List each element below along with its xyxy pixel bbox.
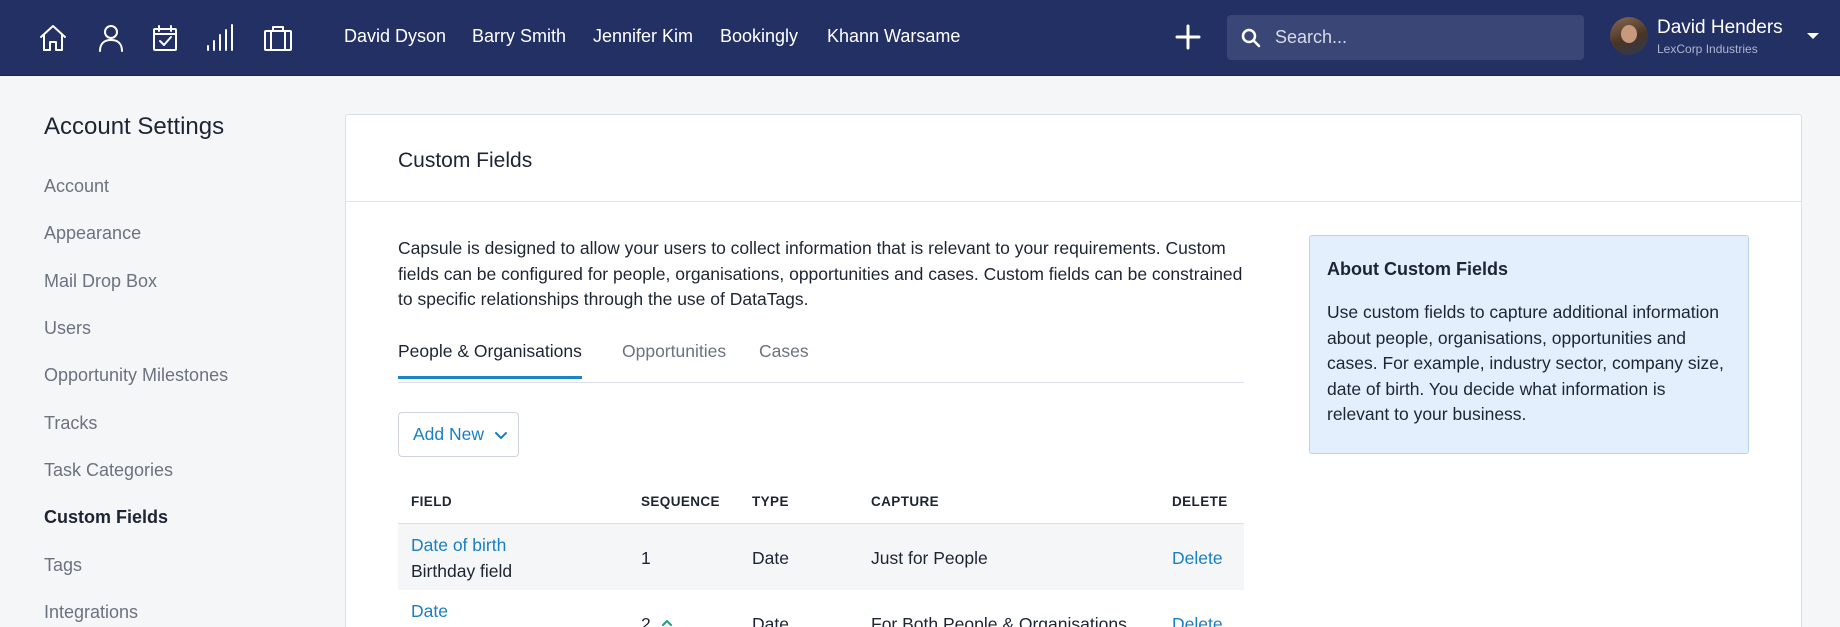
sidebar-item-opportunity-milestones[interactable]: Opportunity Milestones: [44, 365, 228, 386]
recent-link-barry-smith[interactable]: Barry Smith: [472, 26, 566, 47]
avatar[interactable]: [1610, 17, 1648, 55]
custom-fields-panel: Custom Fields Capsule is designed to all…: [345, 114, 1802, 627]
field-sequence: 2: [641, 614, 651, 627]
field-sequence: 1: [641, 548, 651, 568]
about-title: About Custom Fields: [1327, 259, 1508, 279]
column-header-sequence: SEQUENCE: [641, 494, 720, 509]
sidebar-item-account[interactable]: Account: [44, 176, 109, 197]
sequence-up-arrow-icon[interactable]: [660, 616, 674, 627]
sidebar-item-task-categories[interactable]: Task Categories: [44, 460, 173, 481]
field-description: Birthday field: [411, 561, 513, 581]
person-icon[interactable]: [93, 20, 129, 56]
user-name: David Henders: [1657, 17, 1783, 38]
sidebar-item-integrations[interactable]: Integrations: [44, 602, 138, 623]
search-input[interactable]: [1275, 27, 1575, 48]
delete-link[interactable]: Delete: [1172, 614, 1223, 627]
add-new-button[interactable]: Add New: [398, 412, 519, 457]
sidebar-item-users[interactable]: Users: [44, 318, 91, 339]
plus-icon: [1175, 24, 1201, 50]
tab-cases[interactable]: Cases: [759, 341, 809, 376]
user-menu[interactable]: David Henders LexCorp Industries: [1610, 17, 1825, 59]
top-navigation-bar: David Dyson Barry Smith Jennifer Kim Boo…: [0, 0, 1840, 76]
recent-link-khann-warsame[interactable]: Khann Warsame: [827, 26, 960, 47]
recent-link-jennifer-kim[interactable]: Jennifer Kim: [593, 26, 693, 47]
signal-bars-icon[interactable]: [201, 20, 237, 56]
sidebar-item-appearance[interactable]: Appearance: [44, 223, 141, 244]
search-box[interactable]: [1227, 15, 1584, 60]
field-name-link[interactable]: Date of birth: [411, 535, 506, 556]
add-button[interactable]: [1171, 20, 1205, 54]
tab-bar: People & Organisations Opportunities Cas…: [398, 341, 1244, 383]
recent-link-bookingly[interactable]: Bookingly: [720, 26, 798, 47]
column-header-delete: DELETE: [1172, 494, 1228, 509]
recent-link-david-dyson[interactable]: David Dyson: [344, 26, 446, 47]
user-organisation: LexCorp Industries: [1657, 42, 1758, 56]
field-capture: Just for People: [871, 548, 988, 568]
about-custom-fields-box: About Custom Fields Use custom fields to…: [1309, 235, 1749, 454]
page-title: Custom Fields: [398, 149, 533, 172]
calendar-check-icon[interactable]: [147, 20, 183, 56]
column-header-capture: CAPTURE: [871, 494, 940, 509]
search-icon: [1241, 28, 1261, 48]
chevron-down-icon: [494, 428, 508, 442]
about-body: Use custom fields to capture additional …: [1327, 302, 1724, 424]
caret-down-icon[interactable]: [1806, 29, 1822, 45]
home-icon[interactable]: [35, 20, 71, 56]
tab-opportunities[interactable]: Opportunities: [622, 341, 726, 376]
briefcase-icon[interactable]: [260, 20, 296, 56]
field-capture: For Both People & Organisations: [871, 614, 1127, 627]
delete-link[interactable]: Delete: [1172, 548, 1223, 569]
sidebar-title: Account Settings: [44, 113, 225, 140]
field-type: Date: [752, 614, 789, 627]
custom-fields-table: FIELD SEQUENCE TYPE CAPTURE DELETE Date …: [398, 480, 1244, 627]
sidebar-item-mail-drop-box[interactable]: Mail Drop Box: [44, 271, 157, 292]
add-new-label: Add New: [413, 424, 485, 444]
table-row: Date 2 Date For Both People & Organisati…: [398, 590, 1244, 627]
column-header-field: FIELD: [411, 494, 452, 509]
table-row: Date of birth Birthday field 1 Date Just…: [398, 524, 1244, 590]
column-header-type: TYPE: [752, 494, 789, 509]
panel-header: Custom Fields: [346, 115, 1801, 202]
sidebar-item-tags[interactable]: Tags: [44, 555, 82, 576]
field-name-link[interactable]: Date: [411, 601, 448, 622]
sidebar-item-tracks[interactable]: Tracks: [44, 413, 97, 434]
table-header: FIELD SEQUENCE TYPE CAPTURE DELETE: [398, 480, 1244, 524]
intro-text: Capsule is designed to allow your users …: [398, 238, 1243, 309]
sidebar-item-custom-fields[interactable]: Custom Fields: [44, 507, 168, 528]
tab-people-organisations[interactable]: People & Organisations: [398, 341, 582, 379]
field-type: Date: [752, 548, 789, 568]
